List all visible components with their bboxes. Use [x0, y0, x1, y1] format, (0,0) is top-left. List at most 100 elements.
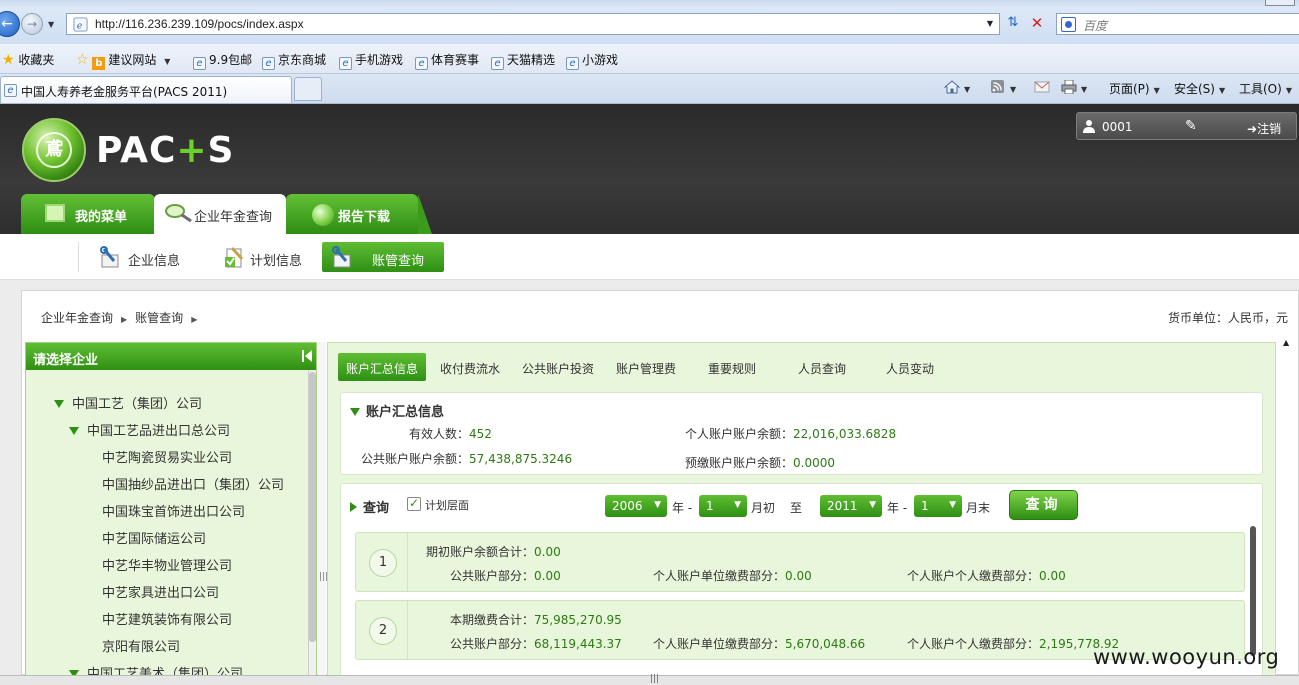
- logo-emblem-icon: 鳶: [22, 118, 86, 182]
- from-month-select[interactable]: 1 ▼: [699, 495, 747, 517]
- tree-title: 请选择企业: [33, 353, 99, 368]
- browser-tab[interactable]: e 中国人寿养老金服务平台(PACS 2011): [0, 76, 292, 103]
- tab-report-download[interactable]: 报告下载: [286, 194, 432, 234]
- sub-tab-plan-info[interactable]: 计划信息: [214, 242, 314, 272]
- favorites-bar: ★ 收藏夹 ☆ b 建议网站 ▼ e 9.9包邮 e 京东商城 e 手机游戏 e 体育赛事…: [0, 44, 1299, 74]
- url-dropdown-icon[interactable]: ▼: [987, 19, 993, 28]
- from-year-select[interactable]: 2006 ▼: [605, 495, 667, 517]
- forward-button[interactable]: →: [21, 13, 43, 35]
- account-panel: 账户汇总信息 收付费流水 公共账户投资 账户管理费 重要规则 人员查询 人员变动…: [327, 342, 1276, 675]
- web-page: 鳶 PAC+S 0001 ✎ ➜注销 我的菜单 企业年金查询 报告下载 企业信息: [0, 104, 1299, 675]
- refresh-icon[interactable]: ⇅: [1003, 15, 1023, 33]
- query-title[interactable]: 查询: [350, 497, 389, 516]
- tree-scrollbar[interactable]: [308, 370, 316, 675]
- month-end-label: 月末: [966, 501, 991, 515]
- tree-scrollbar-thumb[interactable]: [309, 372, 316, 642]
- download-disc-icon: [312, 204, 334, 226]
- safety-menu[interactable]: 安全(S) ▼: [1174, 80, 1225, 97]
- tree-node-9[interactable]: 京阳有限公司: [102, 636, 180, 655]
- fav-item-1[interactable]: e 京东商城: [262, 51, 326, 70]
- tab-management-fee[interactable]: 账户管理费: [604, 353, 688, 381]
- sub-tab-account-query[interactable]: 账管查询: [322, 242, 444, 272]
- chevron-right-icon: ▶: [121, 315, 128, 324]
- chevron-down-icon: ▼: [949, 500, 956, 510]
- breadcrumb: 企业年金查询 ▶ 账管查询 ▶: [41, 309, 205, 326]
- fav-item-4[interactable]: e 天猫精选: [491, 51, 555, 70]
- print-button[interactable]: ▼: [1061, 80, 1087, 95]
- tree-node-10[interactable]: 中国工艺美术（集团）公司: [69, 663, 243, 675]
- feeds-button[interactable]: ▼: [990, 80, 1016, 95]
- window-close-button[interactable]: [1265, 0, 1295, 6]
- to-year-select[interactable]: 2011 ▼: [820, 495, 882, 517]
- expand-triangle-icon[interactable]: [69, 427, 79, 435]
- tree-node-7[interactable]: 中艺家具进出口公司: [102, 582, 219, 601]
- tab-annuity-query[interactable]: 企业年金查询: [154, 194, 286, 236]
- search-input[interactable]: 百度: [1056, 13, 1299, 35]
- tree-node-2[interactable]: 中艺陶瓷贸易实业公司: [102, 447, 232, 466]
- fav-suggested-sites[interactable]: ☆ b 建议网站 ▼: [76, 51, 170, 70]
- tab-important-rules[interactable]: 重要规则: [690, 353, 774, 381]
- menu-icon: [45, 204, 65, 222]
- favorites-button[interactable]: ★ 收藏夹: [2, 51, 54, 68]
- collapse-panel-icon[interactable]: [302, 349, 312, 363]
- mail-icon: [1034, 81, 1050, 93]
- fav-item-0[interactable]: e 9.9包邮: [193, 51, 252, 70]
- opening-total: 期初账户余额合计：0.00: [426, 545, 561, 559]
- logout-icon: ➜: [1247, 122, 1258, 136]
- chevron-down-icon: ▼: [1081, 85, 1088, 94]
- tools-menu[interactable]: 工具(O) ▼: [1239, 80, 1292, 97]
- ie-page-icon: e: [262, 57, 275, 70]
- tree-node-4[interactable]: 中国珠宝首饰进出口公司: [102, 501, 245, 520]
- svg-text:e: e: [77, 20, 83, 31]
- to-label: 至: [790, 501, 803, 515]
- tab-account-summary[interactable]: 账户汇总信息: [338, 353, 426, 381]
- tree-node-0[interactable]: 中国工艺（集团）公司: [54, 393, 202, 412]
- tree-node-1[interactable]: 中国工艺品进出口总公司: [69, 420, 230, 439]
- tab-my-menu[interactable]: 我的菜单: [21, 194, 169, 234]
- pencil-icon[interactable]: ✎: [1185, 118, 1197, 134]
- summary-title[interactable]: 账户汇总信息: [350, 401, 444, 420]
- logout-button[interactable]: ➜注销: [1247, 120, 1281, 137]
- url-field[interactable]: e http://116.236.239.109/pocs/index.aspx…: [66, 13, 1000, 35]
- query-button[interactable]: 查询: [1009, 490, 1078, 520]
- checklist-icon: [225, 246, 244, 268]
- tab-member-change[interactable]: 人员变动: [866, 353, 954, 381]
- back-button[interactable]: ←: [0, 11, 20, 37]
- search-placeholder: 百度: [1083, 19, 1108, 33]
- expand-triangle-icon[interactable]: [54, 400, 64, 408]
- history-dropdown[interactable]: ▼: [48, 20, 54, 29]
- fav-item-5[interactable]: e 小游戏: [566, 51, 618, 70]
- tree-node-3[interactable]: 中国抽纱品进出口（集团）公司: [102, 474, 284, 493]
- prepaid-balance: 预缴账户账户余额：0.0000: [685, 456, 836, 470]
- stop-icon[interactable]: ✕: [1027, 14, 1047, 34]
- browser-tab-row: e 中国人寿养老金服务平台(PACS 2011) ▼ ▼ ▼ 页面(P) ▼ 安全…: [0, 74, 1299, 104]
- tab-member-query[interactable]: 人员查询: [778, 353, 866, 381]
- query-scrollbar-thumb[interactable]: [1250, 526, 1256, 656]
- panel-splitter[interactable]: |||: [318, 342, 328, 675]
- plan-level-checkbox[interactable]: [407, 496, 421, 511]
- breadcrumb-item-1[interactable]: 账管查询: [135, 311, 183, 325]
- personal-balance: 个人账户账户余额：22,016,033.6828: [685, 427, 897, 441]
- tree-node-5[interactable]: 中艺国际储运公司: [102, 528, 206, 547]
- page-scroll-up-icon[interactable]: ▲: [1283, 338, 1289, 347]
- period-public: 公共账户部分：68,119,443.37: [450, 637, 622, 651]
- public-balance: 公共账户账户余额：57,438,875.3246: [361, 452, 573, 466]
- fav-item-3[interactable]: e 体育赛事: [415, 51, 479, 70]
- tree-node-6[interactable]: 中艺华丰物业管理公司: [102, 555, 232, 574]
- page-menu[interactable]: 页面(P) ▼: [1109, 80, 1160, 97]
- address-bar-row: ← → ▼ e http://116.236.239.109/pocs/inde…: [0, 8, 1299, 44]
- resize-grip-icon[interactable]: |||: [650, 674, 659, 684]
- tab-public-investment[interactable]: 公共账户投资: [514, 353, 602, 381]
- mail-button[interactable]: [1034, 80, 1050, 95]
- sub-tab-company-info[interactable]: 企业信息: [90, 242, 200, 272]
- home-button[interactable]: ▼: [944, 80, 970, 95]
- new-tab-button[interactable]: [294, 77, 322, 101]
- fav-item-2[interactable]: e 手机游戏: [339, 51, 403, 70]
- tree-node-8[interactable]: 中艺建筑装饰有限公司: [102, 609, 232, 628]
- logo-text: PAC+S: [96, 130, 235, 171]
- opening-unit: 个人账户单位缴费部分：0.00: [653, 569, 812, 583]
- tab-payment-flow[interactable]: 收付费流水: [428, 353, 512, 381]
- to-month-select[interactable]: 1 ▼: [914, 495, 962, 517]
- rss-icon: [991, 80, 1004, 93]
- breadcrumb-item-0[interactable]: 企业年金查询: [41, 311, 113, 325]
